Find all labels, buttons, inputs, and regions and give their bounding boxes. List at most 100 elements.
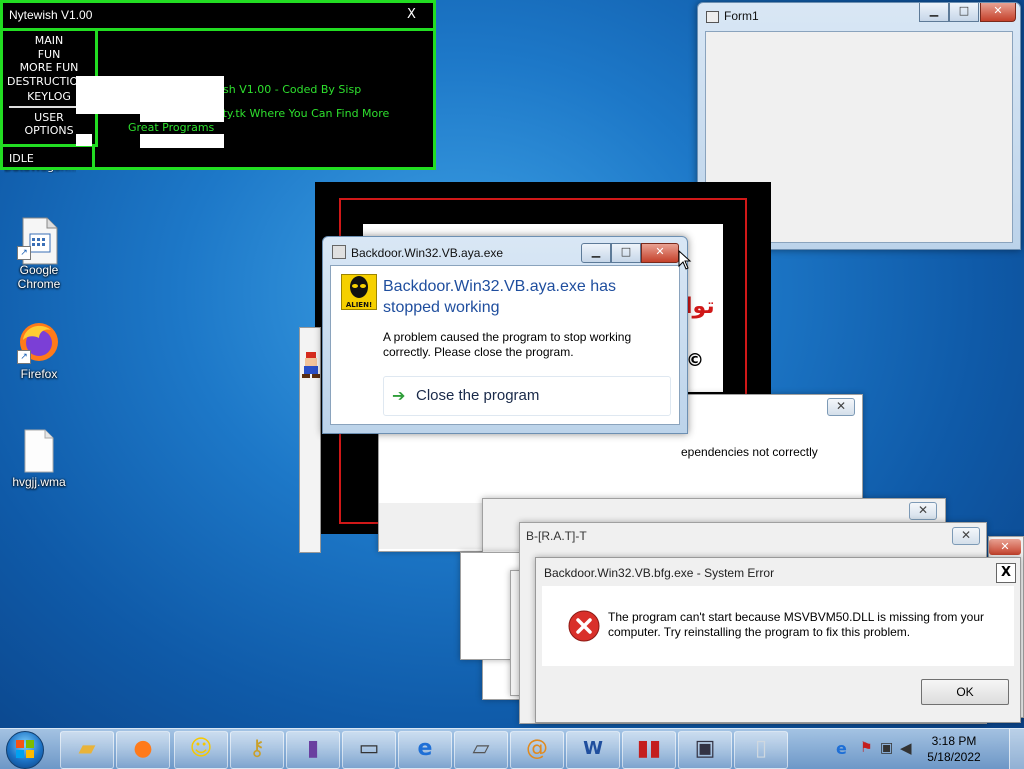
nytewish-status: IDLE [9, 152, 34, 165]
system-error-message: The program can't start because MSVBVM50… [608, 610, 984, 639]
mouse-cursor-icon [678, 249, 692, 270]
file-icon [17, 428, 61, 473]
ie-icon: e [417, 736, 433, 761]
system-error-title: Backdoor.Win32.VB.bfg.exe - System Error [544, 566, 775, 580]
taskbar-firefox[interactable]: ● [116, 731, 170, 769]
form1-app-icon [706, 11, 719, 23]
system-error-body: The program can't start because MSVBVM50… [542, 586, 1014, 666]
menu-more-fun[interactable]: MORE FUN [3, 61, 95, 74]
nytewish-title: Nytewish V1.00 [9, 8, 93, 22]
minimize-button[interactable]: ▁ [581, 243, 611, 263]
desktop-icon-label: Google Chrome [17, 263, 61, 291]
close-button[interactable]: X [996, 563, 1016, 583]
close-the-program-label: Close the program [416, 387, 540, 404]
menu-fun[interactable]: FUN [3, 48, 95, 61]
smiley-icon: ☺ [189, 736, 213, 761]
word-icon: W [583, 738, 603, 759]
book-icon: ▮ [306, 736, 320, 761]
background-partial-window[interactable] [299, 327, 321, 553]
key-icon: ⚷ [248, 736, 266, 761]
close-button[interactable]: ✕ [827, 398, 855, 416]
close-the-program-button[interactable]: ➔ Close the program [383, 376, 671, 416]
show-desktop-button[interactable] [1009, 729, 1024, 769]
taskbar-folder[interactable]: ▱ [454, 731, 508, 769]
taskbar-dynamite[interactable]: ▮▮ [622, 731, 676, 769]
taskbar: ▰ ● ☺ ⚷ ▮ ▭ e ▱ @ W ▮▮ ▣ ▯ e ⚑ ▣ ◀ 3:18 … [0, 728, 1024, 769]
windows-logo-icon [16, 740, 34, 758]
minimize-icon: ▁ [591, 245, 601, 258]
desktop-icon-wma-file[interactable]: hvgjj.wma [4, 428, 74, 489]
maximize-button[interactable]: □ [611, 243, 641, 263]
crash-description: A problem caused the program to stop wor… [383, 330, 632, 359]
taskbar-ie[interactable]: e [398, 731, 452, 769]
taskbar-key[interactable]: ⚷ [230, 731, 284, 769]
nytewish-close-button[interactable]: X [407, 7, 416, 22]
nytewish-programs-line: Great Programs [128, 121, 215, 134]
explorer-icon: ▰ [78, 736, 96, 761]
close-icon: ✕ [960, 528, 972, 542]
nytewish-credit-line: wish V1.00 - Coded By Sisp [211, 83, 362, 96]
firefox-icon: ↗ [17, 320, 61, 364]
crash-dialog[interactable]: Backdoor.Win32.VB.aya.exe ▁ □ ✕ ALIEN! B… [322, 236, 688, 434]
desktop-icon-label: hvgjj.wma [12, 475, 66, 489]
ie-tray-icon[interactable]: e [836, 739, 847, 758]
maximize-button[interactable]: □ [949, 3, 979, 22]
desktop-icon-firefox[interactable]: ↗ Firefox [4, 320, 74, 381]
network-tray-icon[interactable]: ▣ [880, 740, 893, 756]
splash-copyright: © [686, 350, 704, 371]
chrome-shortcut-icon: ↗ [17, 216, 61, 265]
green-arrow-icon: ➔ [392, 386, 406, 405]
window-title: Backdoor.Win32.VB.aya.exe [351, 246, 504, 260]
redaction-block [76, 134, 92, 146]
taskbar-door[interactable]: ▯ [734, 731, 788, 769]
taskbar-word[interactable]: W [566, 731, 620, 769]
close-button[interactable]: ✕ [980, 3, 1016, 22]
system-error-dialog[interactable]: Backdoor.Win32.VB.bfg.exe - System Error… [535, 557, 1021, 723]
status-divider [92, 144, 95, 170]
tray-clock[interactable]: 3:18 PM 5/18/2022 [914, 733, 994, 765]
network-icon: ▣ [694, 736, 716, 761]
taskbar-window[interactable]: ▭ [342, 731, 396, 769]
mario-icon [302, 352, 320, 378]
close-button[interactable]: ✕ [989, 539, 1021, 555]
crash-heading: Backdoor.Win32.VB.aya.exe has stopped wo… [383, 278, 617, 316]
redaction-block [140, 134, 224, 148]
crash-app-icon [332, 245, 346, 259]
flag-icon[interactable]: ⚑ [860, 740, 873, 756]
close-icon: ✕ [655, 245, 665, 258]
redaction-block [140, 114, 224, 122]
rat-title: B-[R.A.T]-T [526, 529, 587, 543]
close-icon: ✕ [1000, 540, 1010, 553]
desktop-icon-label: Firefox [20, 367, 58, 381]
maximize-icon: □ [620, 245, 632, 258]
alien-icon: ALIEN! [341, 274, 377, 310]
taskbar-spiral[interactable]: @ [510, 731, 564, 769]
menu-main[interactable]: MAIN [3, 34, 95, 47]
desktop-icon-chrome[interactable]: ↗ Google Chrome [4, 216, 74, 291]
splash-arabic-text: توا [685, 294, 715, 319]
crash-dialog-body: ALIEN! Backdoor.Win32.VB.aya.exe has sto… [330, 265, 680, 425]
start-button[interactable] [6, 731, 44, 769]
volume-icon[interactable]: ◀ [900, 739, 912, 757]
door-icon: ▯ [754, 736, 768, 761]
ok-button[interactable]: OK [921, 679, 1009, 705]
nytewish-site-line: rity.tk Where You Can Find More [215, 107, 390, 120]
close-button[interactable]: ✕ [641, 243, 679, 263]
taskbar-explorer[interactable]: ▰ [60, 731, 114, 769]
folder-icon: ▱ [472, 736, 490, 761]
close-button[interactable]: ✕ [909, 502, 937, 520]
taskbar-smiley[interactable]: ☺ [174, 731, 228, 769]
taskbar-book[interactable]: ▮ [286, 731, 340, 769]
maximize-icon: □ [958, 4, 970, 17]
window-icon: ▭ [358, 736, 380, 761]
close-button[interactable]: ✕ [952, 527, 980, 545]
error-icon [568, 610, 600, 642]
minimize-button[interactable]: ▁ [919, 3, 949, 22]
close-icon: ✕ [835, 399, 847, 413]
nytewish-window[interactable]: Nytewish V1.00 X MAIN FUN MORE FUN DESTR… [0, 0, 436, 170]
clock-date: 5/18/2022 [927, 750, 981, 764]
firefox-icon: ● [133, 736, 153, 761]
close-icon: ✕ [993, 4, 1003, 17]
taskbar-network[interactable]: ▣ [678, 731, 732, 769]
dynamite-icon: ▮▮ [636, 736, 662, 761]
